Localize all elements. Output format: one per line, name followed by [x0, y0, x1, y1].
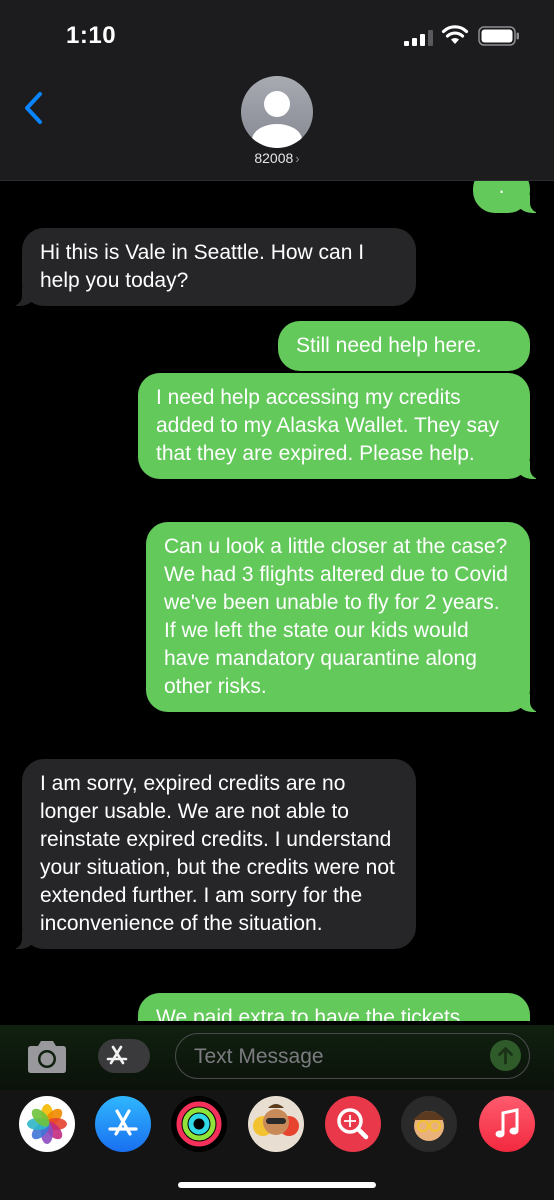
- contact-avatar[interactable]: [241, 76, 313, 148]
- search-images-icon[interactable]: [325, 1096, 381, 1152]
- battery-icon: [478, 26, 519, 46]
- app-store-icon[interactable]: [95, 1096, 151, 1152]
- arrow-up-icon: [498, 1047, 513, 1065]
- status-time: 1:10: [66, 22, 117, 49]
- status-bar: 1:10: [0, 0, 554, 70]
- message-input-bar: [0, 1025, 554, 1090]
- home-indicator[interactable]: [178, 1182, 376, 1188]
- app-store-icon: [106, 1045, 128, 1065]
- message-bubble-outgoing[interactable]: Still need help here.: [278, 321, 530, 371]
- chevron-right-icon: ›: [295, 151, 300, 166]
- contact-name-button[interactable]: 82008 ›: [0, 150, 554, 166]
- memoji-icon[interactable]: [401, 1096, 457, 1152]
- wifi-icon: [441, 25, 469, 44]
- back-chevron-icon[interactable]: [18, 88, 48, 128]
- message-bubble-outgoing[interactable]: I need help accessing my credits added t…: [138, 373, 544, 479]
- conversation-header: 82008 ›: [0, 70, 554, 181]
- person-silhouette-icon: [252, 91, 302, 148]
- message-bubble-incoming[interactable]: I am sorry, expired credits are no longe…: [8, 759, 416, 949]
- cellular-signal-icon: [404, 30, 433, 46]
- message-bubble-outgoing[interactable]: .: [473, 181, 544, 213]
- message-thread[interactable]: . Hi this is Vale in Seattle. How can I …: [0, 181, 554, 1021]
- photos-app-icon[interactable]: [19, 1096, 75, 1152]
- text-message-field[interactable]: [175, 1033, 530, 1079]
- camera-icon[interactable]: [24, 1039, 70, 1075]
- app-store-drawer-button[interactable]: [98, 1039, 150, 1073]
- text-message-input[interactable]: [192, 1042, 476, 1072]
- contact-name: 82008: [254, 150, 294, 166]
- imessage-app-drawer: [0, 1090, 554, 1200]
- message-bubble-incoming[interactable]: Hi this is Vale in Seattle. How can I he…: [8, 228, 416, 306]
- activity-icon[interactable]: [171, 1096, 227, 1152]
- memoji-stickers-icon[interactable]: [248, 1096, 304, 1152]
- music-icon[interactable]: [479, 1096, 535, 1152]
- send-button[interactable]: [490, 1040, 521, 1071]
- message-bubble-outgoing[interactable]: We paid extra to have the tickets: [138, 993, 530, 1021]
- message-bubble-outgoing[interactable]: Can u look a little closer at the case? …: [146, 522, 544, 712]
